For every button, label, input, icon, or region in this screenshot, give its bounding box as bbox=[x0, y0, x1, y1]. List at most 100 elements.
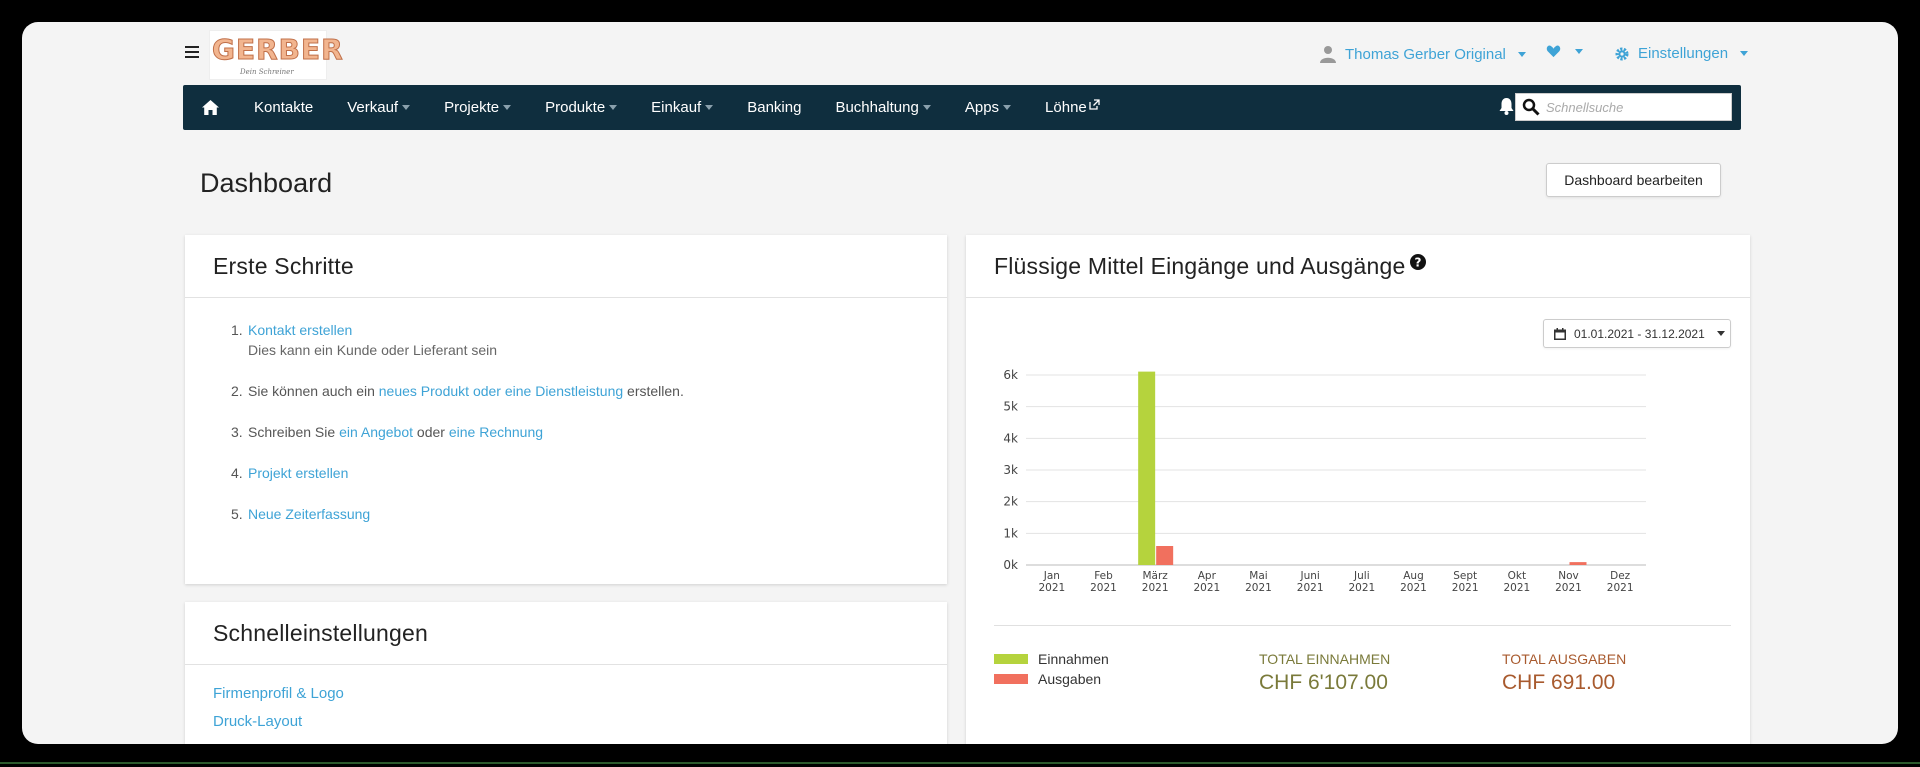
home-icon bbox=[201, 100, 219, 115]
search-icon bbox=[1522, 98, 1540, 116]
step-link[interactable]: eine Rechnung bbox=[449, 424, 543, 440]
x-tick-label: 2021 bbox=[1142, 582, 1169, 594]
favorites-menu[interactable] bbox=[1546, 45, 1583, 58]
nav-item-label: Apps bbox=[964, 99, 1000, 116]
legend-divider bbox=[994, 625, 1731, 626]
first-steps-title: Erste Schritte bbox=[213, 252, 354, 279]
x-tick-label: Apr bbox=[1198, 570, 1217, 582]
expenses-bar bbox=[1156, 546, 1174, 565]
x-tick-label: 2021 bbox=[1555, 582, 1582, 594]
chevron-down-icon bbox=[1575, 49, 1583, 54]
chevron-down-icon bbox=[609, 105, 618, 110]
app-window: GERBER Dein Schreiner Thomas Gerber Orig… bbox=[22, 22, 1898, 744]
help-icon[interactable]: ? bbox=[1410, 254, 1427, 270]
chevron-down-icon bbox=[1740, 51, 1749, 56]
x-tick-label: Jan bbox=[1043, 570, 1060, 582]
y-tick-label: 5k bbox=[1003, 400, 1018, 414]
heart-icon bbox=[1546, 45, 1561, 58]
nav-item-kontakte[interactable]: Kontakte bbox=[237, 85, 330, 130]
quick-settings-link[interactable]: Firmenprofil & Logo bbox=[213, 685, 919, 702]
chevron-down-icon bbox=[402, 105, 411, 110]
quick-search[interactable] bbox=[1515, 93, 1732, 121]
chevron-down-icon bbox=[1003, 105, 1012, 110]
chevron-down-icon bbox=[705, 105, 714, 110]
nav-item-projekte[interactable]: Projekte bbox=[427, 85, 528, 130]
first-steps-panel: Erste Schritte 1. Kontakt erstellen Dies k… bbox=[185, 235, 947, 584]
legend-label-income: Einnahmen bbox=[1038, 651, 1109, 667]
quick-settings-panel: Schnelleinstellungen Firmenprofil & Logo… bbox=[185, 602, 947, 744]
step-number: 1. bbox=[231, 322, 243, 338]
chevron-down-icon bbox=[503, 105, 512, 110]
search-input[interactable] bbox=[1546, 99, 1726, 115]
x-tick-label: 2021 bbox=[1400, 582, 1427, 594]
nav-item-label: Kontakte bbox=[254, 99, 314, 116]
home-button[interactable] bbox=[183, 85, 237, 130]
cashflow-bar-chart: 0k1k2k3k4k5k6kJan2021Feb2021März2021Apr2… bbox=[1003, 368, 1646, 594]
x-tick-label: Mai bbox=[1249, 570, 1267, 582]
total-expenses: TOTAL AUSGABEN CHF 691.00 bbox=[1502, 651, 1626, 695]
x-tick-label: 2021 bbox=[1297, 582, 1324, 594]
x-tick-label: 2021 bbox=[1193, 582, 1220, 594]
step-number: 3. bbox=[231, 424, 243, 440]
hamburger-menu-icon[interactable] bbox=[185, 46, 199, 58]
total-income-value: CHF 6'107.00 bbox=[1259, 671, 1388, 694]
legend-label-expenses: Ausgaben bbox=[1038, 671, 1102, 687]
nav-item-apps[interactable]: Apps bbox=[948, 85, 1028, 130]
nav-item-produkte[interactable]: Produkte bbox=[528, 85, 634, 130]
step-description: Dies kann ein Kunde oder Lieferant sein bbox=[248, 342, 498, 358]
step-text: oder bbox=[413, 424, 449, 440]
step-link[interactable]: Neue Zeiterfassung bbox=[248, 506, 370, 522]
y-tick-label: 3k bbox=[1003, 463, 1018, 477]
user-menu[interactable]: Thomas Gerber Original bbox=[1319, 45, 1526, 63]
x-tick-label: Nov bbox=[1558, 570, 1579, 582]
x-tick-label: 2021 bbox=[1503, 582, 1530, 594]
external-link-icon bbox=[1089, 99, 1100, 110]
cashflow-panel: Flüssige Mittel Eingänge und Ausgänge ? … bbox=[966, 235, 1750, 744]
settings-label: Einstellungen bbox=[1638, 45, 1729, 62]
income-bar bbox=[1138, 371, 1156, 565]
nav-item-label: Banking bbox=[747, 99, 802, 116]
bell-icon[interactable] bbox=[1499, 98, 1514, 115]
x-tick-label: 2021 bbox=[1038, 582, 1065, 594]
step-item: 4. Projekt erstellen bbox=[231, 463, 947, 483]
legend-swatch-expenses bbox=[994, 674, 1028, 684]
x-tick-label: Okt bbox=[1508, 570, 1526, 582]
nav-item-buchhaltung[interactable]: Buchhaltung bbox=[818, 85, 947, 130]
chart-legend: Einnahmen Ausgaben bbox=[994, 651, 1109, 691]
x-tick-label: 2021 bbox=[1245, 582, 1272, 594]
nav-item-einkauf[interactable]: Einkauf bbox=[634, 85, 730, 130]
y-tick-label: 2k bbox=[1003, 495, 1018, 509]
total-income-label: TOTAL EINNAHMEN bbox=[1259, 651, 1391, 667]
legend-item-expenses: Ausgaben bbox=[994, 671, 1109, 687]
x-tick-label: Juli bbox=[1353, 570, 1370, 582]
chevron-down-icon bbox=[1517, 51, 1526, 57]
logo-subtext: Dein Schreiner bbox=[240, 68, 294, 76]
step-text: Sie können auch ein bbox=[248, 383, 379, 399]
settings-menu[interactable]: Einstellungen bbox=[1614, 45, 1749, 62]
edit-dashboard-button[interactable]: Dashboard bearbeiten bbox=[1546, 163, 1721, 197]
quick-settings-title: Schnelleinstellungen bbox=[213, 619, 428, 646]
nav-item-löhne[interactable]: Löhne bbox=[1028, 85, 1117, 130]
step-link[interactable]: ein Angebot bbox=[339, 424, 413, 440]
y-tick-label: 1k bbox=[1003, 526, 1018, 540]
date-range-picker[interactable]: 01.01.2021 - 31.12.2021 bbox=[1543, 319, 1731, 348]
nav-item-verkauf[interactable]: Verkauf bbox=[330, 85, 427, 130]
y-tick-label: 6k bbox=[1003, 368, 1018, 382]
nav-item-banking[interactable]: Banking bbox=[730, 85, 818, 130]
nav-item-label: Buchhaltung bbox=[835, 99, 919, 116]
y-tick-label: 4k bbox=[1003, 431, 1018, 445]
step-link[interactable]: Projekt erstellen bbox=[248, 465, 348, 481]
step-link[interactable]: Kontakt erstellen bbox=[248, 322, 352, 338]
step-number: 4. bbox=[231, 465, 243, 481]
quick-settings-link[interactable]: Druck-Layout bbox=[213, 713, 919, 730]
x-tick-label: 2021 bbox=[1452, 582, 1479, 594]
step-item: 1. Kontakt erstellen Dies kann ein Kunde o… bbox=[231, 320, 947, 360]
nav-item-label: Produkte bbox=[545, 99, 606, 116]
user-name: Thomas Gerber Original bbox=[1345, 45, 1506, 63]
x-tick-label: Feb bbox=[1094, 570, 1113, 582]
step-link[interactable]: neues Produkt oder eine Dienstleistung bbox=[379, 383, 623, 399]
x-tick-label: März bbox=[1143, 570, 1169, 582]
company-logo[interactable]: GERBER Dein Schreiner bbox=[209, 30, 343, 80]
logo-text: GERBER bbox=[212, 33, 344, 67]
main-navbar: Kontakte Verkauf Projekte Produkte Einkauf Ba… bbox=[183, 85, 1741, 130]
